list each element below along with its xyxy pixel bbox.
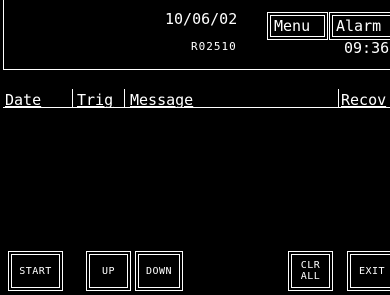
- column-header-rule: [3, 107, 390, 108]
- clear-all-button[interactable]: CLR ALL: [288, 251, 333, 291]
- down-button-label: DOWN: [138, 254, 180, 288]
- start-button[interactable]: START: [8, 251, 63, 291]
- column-separator: [72, 89, 73, 108]
- current-date: 10/06/02: [165, 10, 238, 28]
- start-button-label: START: [11, 254, 60, 288]
- alarm-button-label: Alarm: [332, 15, 390, 37]
- up-button[interactable]: UP: [86, 251, 131, 291]
- menu-button-label: Menu: [270, 15, 325, 37]
- up-button-label: UP: [89, 254, 128, 288]
- down-button[interactable]: DOWN: [135, 251, 183, 291]
- exit-button-label: EXIT: [350, 254, 390, 288]
- menu-button[interactable]: Menu: [267, 12, 328, 40]
- device-code: R02510: [191, 40, 237, 53]
- exit-button[interactable]: EXIT: [347, 251, 390, 291]
- clear-all-button-label: CLR ALL: [291, 254, 330, 288]
- alarm-button[interactable]: Alarm: [329, 12, 390, 40]
- current-time: 09:36: [344, 39, 390, 57]
- column-separator: [338, 89, 339, 108]
- column-separator: [124, 89, 125, 108]
